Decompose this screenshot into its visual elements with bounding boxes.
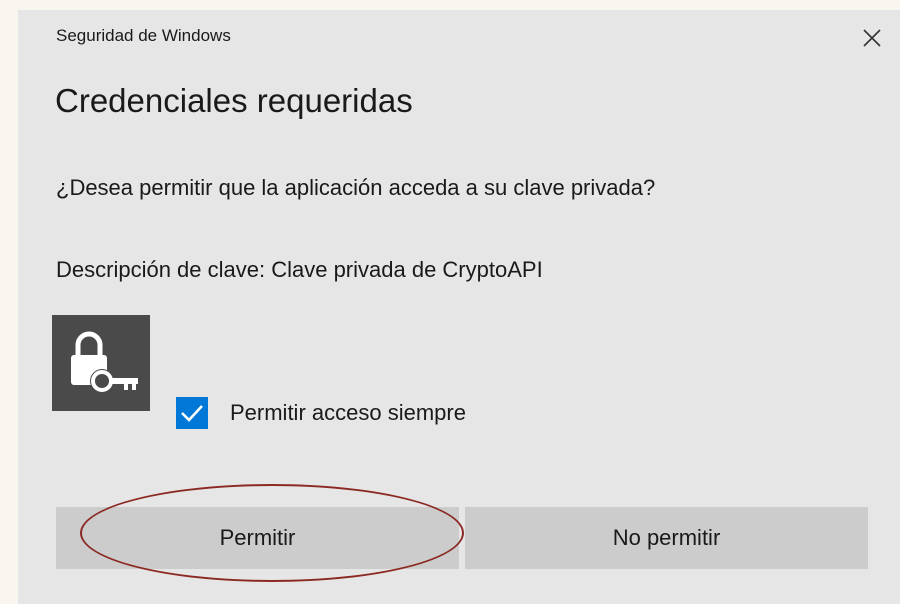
checkbox-checked[interactable] xyxy=(176,397,208,429)
security-dialog: Seguridad de Windows Credenciales requer… xyxy=(18,10,900,604)
window-title: Seguridad de Windows xyxy=(56,26,231,45)
check-icon xyxy=(181,405,203,422)
allow-button[interactable]: Permitir xyxy=(56,507,459,569)
dialog-heading: Credenciales requeridas xyxy=(55,82,413,119)
permission-question: ¿Desea permitir que la aplicación acceda… xyxy=(56,175,656,200)
close-button[interactable] xyxy=(858,24,886,52)
close-icon xyxy=(863,29,881,47)
key-description: Descripción de clave: Clave privada de C… xyxy=(56,257,543,282)
always-allow-checkbox[interactable]: Permitir acceso siempre xyxy=(176,393,466,433)
lock-key-icon xyxy=(52,315,150,411)
checkbox-label: Permitir acceso siempre xyxy=(230,400,466,425)
deny-button[interactable]: No permitir xyxy=(465,507,868,569)
